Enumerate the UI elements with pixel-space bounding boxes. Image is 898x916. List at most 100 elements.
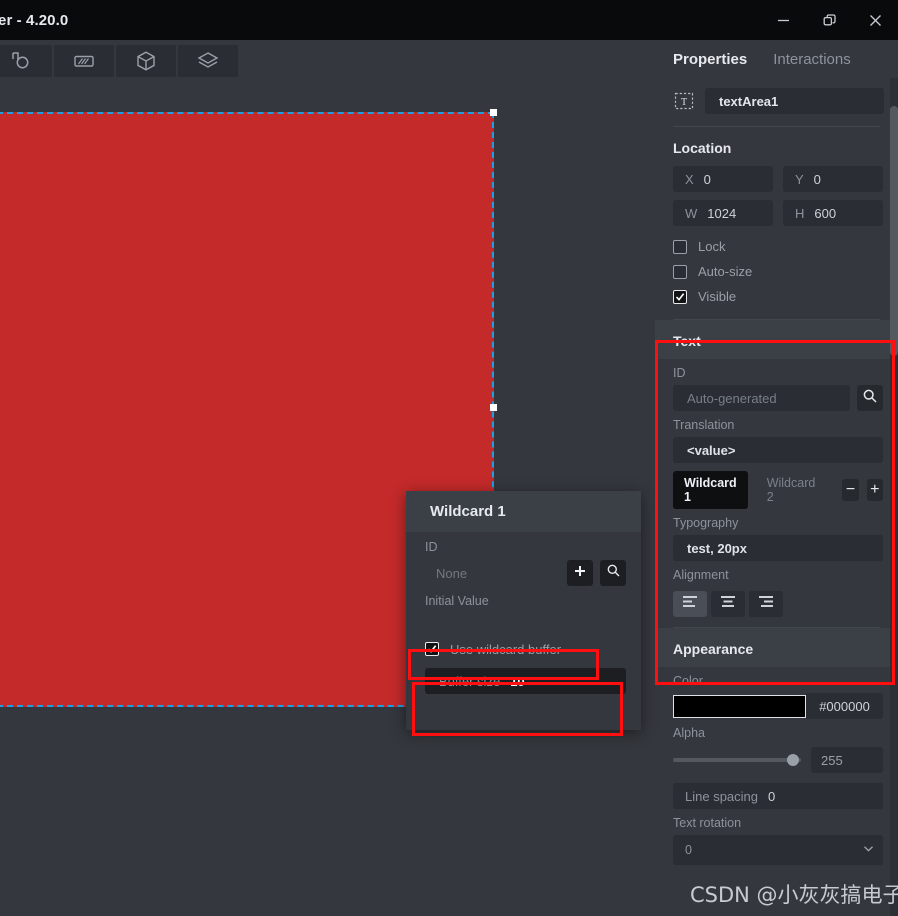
layers-tool-icon xyxy=(195,49,221,73)
element-name-input[interactable]: textArea1 xyxy=(705,88,884,114)
location-h-value: 600 xyxy=(814,205,837,221)
line-spacing-label: Line spacing xyxy=(685,788,758,804)
text-id-search-button[interactable] xyxy=(857,385,883,411)
lock-checkbox-row[interactable]: Lock xyxy=(655,234,898,259)
align-right-icon xyxy=(758,595,774,613)
close-button[interactable] xyxy=(852,0,898,40)
text-id-row: Auto-generated xyxy=(655,385,898,411)
window-controls xyxy=(760,0,898,40)
image-tool-button[interactable] xyxy=(54,45,114,77)
tab-properties[interactable]: Properties xyxy=(673,51,747,68)
tab-interactions[interactable]: Interactions xyxy=(773,51,851,68)
chevron-down-icon xyxy=(862,842,875,858)
typography-input[interactable]: test, 20px xyxy=(673,535,883,561)
box-tool-button[interactable] xyxy=(116,45,176,77)
text-area-icon: T xyxy=(673,91,695,111)
wildcard-id-label: ID xyxy=(425,540,438,554)
wildcard-search-button[interactable] xyxy=(600,560,626,586)
location-y-field[interactable]: Y 0 xyxy=(783,166,883,192)
location-w-field[interactable]: W 1024 xyxy=(673,200,773,226)
location-section-title: Location xyxy=(673,140,732,156)
text-id-input[interactable]: Auto-generated xyxy=(673,385,850,411)
resize-handle-top-right[interactable] xyxy=(490,109,497,116)
location-x-value: 0 xyxy=(703,171,711,187)
title-bar: er - 4.20.0 xyxy=(0,0,898,40)
appearance-section-header: Appearance xyxy=(655,628,898,667)
line-spacing-field[interactable]: Line spacing 0 xyxy=(673,783,883,809)
color-swatch[interactable] xyxy=(673,694,806,718)
align-left-icon xyxy=(682,595,698,613)
auto-size-checkbox[interactable] xyxy=(673,264,687,279)
properties-panel: Properties Interactions T textArea1 Loca… xyxy=(655,40,898,916)
alpha-label: Alpha xyxy=(673,726,705,740)
text-section-header: Text xyxy=(655,320,898,359)
resize-handle-middle-right[interactable] xyxy=(490,404,497,411)
properties-scrollbar-track[interactable] xyxy=(890,78,898,916)
buffer-size-field[interactable]: Buffer size 10 xyxy=(425,668,626,694)
shape-tool-button[interactable] xyxy=(0,45,52,77)
wildcard-id-row: None xyxy=(406,554,641,586)
svg-text:T: T xyxy=(681,97,687,108)
buffer-size-value: 10 xyxy=(510,673,525,689)
wildcard-id-value[interactable]: None xyxy=(425,566,560,581)
lock-checkbox[interactable] xyxy=(673,239,687,254)
location-h-field[interactable]: H 600 xyxy=(783,200,883,226)
buffer-size-label: Buffer size xyxy=(439,673,501,689)
window-title: er - 4.20.0 xyxy=(0,11,69,29)
wildcard-dialog-title: Wildcard 1 xyxy=(406,491,641,532)
typography-row: test, 20px xyxy=(655,535,898,561)
visible-checkbox-row[interactable]: Visible xyxy=(655,284,898,309)
visible-checkbox[interactable] xyxy=(673,289,687,304)
use-wildcard-buffer-checkbox[interactable] xyxy=(425,642,439,656)
alpha-slider-thumb[interactable] xyxy=(787,754,799,766)
layers-tool-button[interactable] xyxy=(178,45,238,77)
properties-tab-bar: Properties Interactions xyxy=(655,40,898,78)
text-section-title: Text xyxy=(673,333,701,349)
alpha-row: 255 xyxy=(655,745,898,773)
location-w-label: W xyxy=(685,205,698,221)
element-identity-row: T textArea1 xyxy=(655,78,898,126)
alpha-slider-track xyxy=(673,758,801,762)
typography-label: Typography xyxy=(673,516,739,530)
line-spacing-value: 0 xyxy=(768,788,776,804)
wildcard-dialog-body: ID None Initial Value Use wildcard buffe… xyxy=(406,532,641,694)
location-x-field[interactable]: X 0 xyxy=(673,166,773,192)
restore-button[interactable] xyxy=(806,0,852,40)
text-rotation-label: Text rotation xyxy=(673,816,742,830)
color-hex-value[interactable]: #000000 xyxy=(806,693,883,719)
toolbar xyxy=(0,40,655,94)
translation-row: <value> xyxy=(655,437,898,463)
location-row-xy: X 0 Y 0 xyxy=(655,166,898,192)
alignment-label: Alignment xyxy=(673,568,729,582)
auto-size-checkbox-row[interactable]: Auto-size xyxy=(655,259,898,284)
line-spacing-row: Line spacing 0 xyxy=(655,783,898,809)
location-x-label: X xyxy=(685,171,694,187)
text-rotation-select[interactable]: 0 xyxy=(673,835,883,865)
wildcard-2-tab[interactable]: Wildcard 2 xyxy=(756,471,827,509)
properties-scroll-container: T textArea1 Location X 0 Y 0 W 1024 H 60… xyxy=(655,78,898,916)
alpha-slider[interactable] xyxy=(673,750,801,770)
search-icon xyxy=(606,563,621,583)
wildcard-1-tab[interactable]: Wildcard 1 xyxy=(673,471,748,509)
auto-size-label: Auto-size xyxy=(698,264,753,279)
alpha-value-input[interactable]: 255 xyxy=(811,747,883,773)
align-center-button[interactable] xyxy=(711,591,745,617)
location-h-label: H xyxy=(795,205,805,221)
toolbar-button-group xyxy=(0,45,238,77)
align-left-button[interactable] xyxy=(673,591,707,617)
properties-scrollbar-thumb[interactable] xyxy=(890,106,898,356)
shape-tool-icon xyxy=(9,50,35,72)
translation-input[interactable]: <value> xyxy=(673,437,883,463)
add-wildcard-button[interactable]: + xyxy=(866,479,883,501)
remove-wildcard-button[interactable]: − xyxy=(842,479,859,501)
text-id-label: ID xyxy=(673,366,686,380)
alignment-button-group xyxy=(655,587,898,627)
align-right-button[interactable] xyxy=(749,591,783,617)
text-rotation-row: 0 xyxy=(655,835,898,865)
use-wildcard-buffer-row[interactable]: Use wildcard buffer xyxy=(406,636,641,662)
minimize-button[interactable] xyxy=(760,0,806,40)
wildcard-dialog: Wildcard 1 ID None Initial Value Use wil… xyxy=(406,491,641,730)
wildcard-add-button[interactable] xyxy=(567,560,593,586)
location-row-wh: W 1024 H 600 xyxy=(655,200,898,226)
location-y-value: 0 xyxy=(813,171,821,187)
